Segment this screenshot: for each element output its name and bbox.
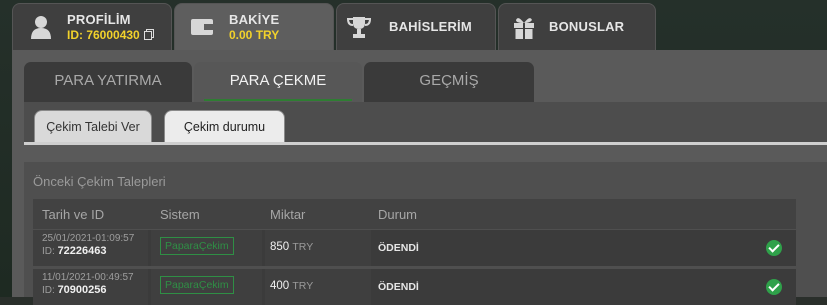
date-cell: 25/01/2021-01:09:57 ID: 72226463 — [33, 230, 148, 266]
tab-withdraw[interactable]: PARA ÇEKME — [194, 62, 362, 102]
header-date-id: Tarih ve ID — [42, 207, 105, 222]
tab-deposit[interactable]: PARA YATIRMA — [24, 62, 192, 102]
user-icon — [31, 16, 51, 39]
withdraw-subtabs: Çekim Talebi Ver Çekim durumu — [24, 102, 827, 145]
system-cell: PaparaÇekim — [151, 269, 262, 305]
payment-system-badge: PaparaÇekim — [160, 237, 234, 255]
check-circle-icon — [766, 240, 782, 256]
row-id: ID: 72226463 — [42, 245, 107, 257]
tab-history[interactable]: GEÇMİŞ — [364, 62, 534, 102]
main-panel: PARA YATIRMA PARA ÇEKME GEÇMİŞ Çekim Tal… — [12, 50, 827, 305]
tab-balance[interactable]: BAKİYE 0.00 TRY — [174, 3, 334, 50]
row-id-label: ID: — [42, 246, 55, 257]
system-cell: PaparaÇekim — [151, 230, 262, 266]
payment-system-badge: PaparaÇekim — [160, 276, 234, 294]
header-amount: Miktar — [270, 207, 306, 222]
row-id-label: ID: — [42, 285, 55, 296]
divider — [24, 142, 827, 145]
tab-bonuses[interactable]: BONUSLAR — [498, 3, 656, 50]
amount-cell: 400 TRY — [265, 269, 371, 305]
row-id-value: 70900256 — [57, 284, 107, 296]
tab-label: BAKİYE — [229, 12, 280, 27]
subtab-withdrawal-status[interactable]: Çekim durumu — [164, 110, 285, 142]
amount-value: 400 — [270, 280, 290, 292]
row-status: ÖDENDİ — [378, 242, 419, 254]
date-cell: 11/01/2021-00:49:57 ID: 70900256 — [33, 269, 148, 305]
row-date: 11/01/2021-00:49:57 — [42, 272, 134, 283]
balance-amount: 0.00 TRY — [229, 28, 280, 42]
amount-value: 850 — [270, 241, 290, 253]
table-row[interactable]: 25/01/2021-01:09:57 ID: 72226463 PaparaÇ… — [33, 230, 796, 266]
row-status: ÖDENDİ — [378, 281, 419, 293]
row-date: 25/01/2021-01:09:57 — [42, 233, 135, 244]
trophy-icon — [347, 17, 371, 38]
row-amount: 400 TRY — [270, 280, 313, 292]
tab-profile[interactable]: PROFİLİM ID: 76000430 — [12, 3, 172, 50]
row-id-value: 72226463 — [57, 245, 107, 257]
header-status: Durum — [378, 207, 418, 222]
currency: TRY — [292, 280, 314, 292]
row-id: ID: 70900256 — [42, 284, 107, 296]
tab-label: PROFİLİM — [67, 12, 131, 27]
copy-icon[interactable] — [144, 29, 154, 40]
wallet-icon — [191, 19, 213, 35]
account-tabs: PROFİLİM ID: 76000430 BAKİYE 0.00 TRY BA… — [12, 3, 827, 50]
subtab-request-withdrawal[interactable]: Çekim Talebi Ver — [34, 110, 152, 142]
history-title: Önceki Çekim Talepleri — [33, 174, 166, 189]
profile-id: ID: 76000430 — [67, 28, 140, 42]
tab-label: BONUSLAR — [549, 19, 625, 34]
section-tabs: PARA YATIRMA PARA ÇEKME GEÇMİŞ — [24, 62, 827, 102]
tab-my-bets[interactable]: BAHİSLERİM — [336, 3, 496, 50]
check-circle-icon — [766, 279, 782, 295]
amount-cell: 850 TRY — [265, 230, 371, 266]
row-amount: 850 TRY — [270, 241, 313, 253]
tab-label: BAHİSLERİM — [389, 19, 472, 34]
header-system: Sistem — [160, 207, 200, 222]
currency: TRY — [292, 241, 314, 253]
table-header: Tarih ve ID Sistem Miktar Durum — [33, 199, 796, 229]
gift-icon — [514, 18, 534, 39]
withdrawal-history: Önceki Çekim Talepleri Tarih ve ID Siste… — [24, 162, 827, 305]
table-row[interactable]: 11/01/2021-00:49:57 ID: 70900256 PaparaÇ… — [33, 269, 796, 305]
